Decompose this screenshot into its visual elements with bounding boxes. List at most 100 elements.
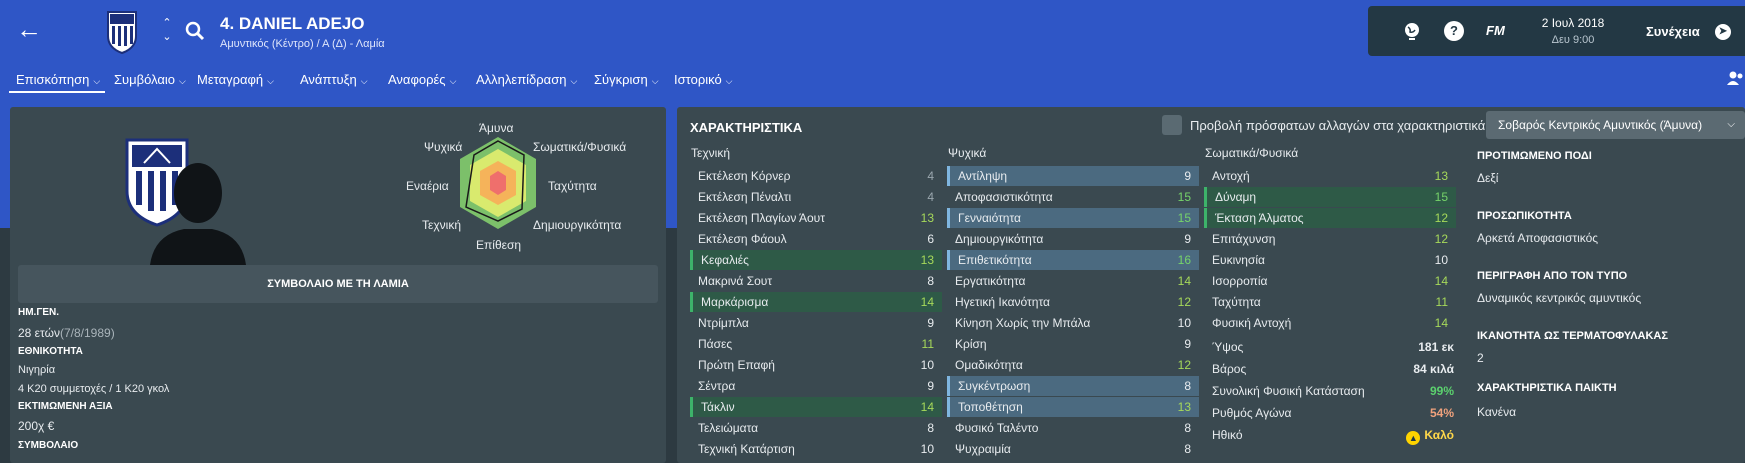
attribute-value: 8	[1184, 421, 1191, 435]
attribute-name: Αποφασιστικότητα	[955, 190, 1053, 204]
dob-label: ΗΜ.ΓΕΝ.	[18, 307, 60, 318]
tab-overview[interactable]: Επισκόπηση ⌵	[16, 72, 100, 87]
tab-contract[interactable]: Συμβόλαιο ⌵	[114, 72, 186, 87]
attribute-name: Επιθετικότητα	[958, 253, 1032, 267]
prev-next-player-icon[interactable]: ⌃ ⌄	[160, 16, 174, 44]
tab-history[interactable]: Ιστορικό ⌵	[674, 72, 733, 87]
attribute-value: 12	[1434, 211, 1448, 225]
attribute-row[interactable]: Επιτάχυνση 12	[1204, 229, 1456, 249]
attribute-name: Ηγετική Ικανότητα	[955, 295, 1050, 309]
physical-detail-name: Βάρος	[1212, 362, 1247, 376]
attribute-row[interactable]: Εκτέλεση Κόρνερ 4	[690, 166, 942, 186]
contract-header[interactable]: ΣΥΜΒΟΛΑΙΟ ΜΕ ΤΗ ΛΑΜΙΑ	[18, 265, 658, 303]
attribute-value: 9	[1184, 232, 1191, 246]
active-tab-underline	[9, 91, 105, 93]
attribute-name: Δημιουργικότητα	[955, 232, 1044, 246]
continue-arrow-icon[interactable]: ➤	[1715, 24, 1731, 40]
role-select[interactable]: Σοβαρός Κεντρικός Αμυντικός (Άμυνα) ⌵	[1486, 111, 1745, 139]
attribute-row[interactable]: Τοποθέτηση 13	[947, 397, 1199, 417]
attribute-row[interactable]: Αντοχή 13	[1204, 166, 1456, 186]
attribute-row[interactable]: Φυσική Αντοχή 14	[1204, 313, 1456, 333]
nationality-value[interactable]: Νιγηρία	[18, 364, 55, 376]
attribute-name: Γενναιότητα	[958, 211, 1021, 225]
attribute-name: Πάσες	[698, 337, 733, 351]
attribute-name: Πρώτη Επαφή	[698, 358, 775, 372]
player-silhouette-icon	[150, 163, 246, 265]
search-icon[interactable]	[184, 20, 206, 42]
tab-interaction[interactable]: Αλληλεπίδραση ⌵	[476, 72, 577, 87]
attribute-row[interactable]: Φυσικό Ταλέντο 8	[947, 418, 1199, 438]
attribute-row[interactable]: Εκτέλεση Φάουλ 6	[690, 229, 942, 249]
attribute-row[interactable]: Ταχύτητα 11	[1204, 292, 1456, 312]
attribute-row[interactable]: Εκτέλεση Πέναλτι 4	[690, 187, 942, 207]
attribute-value: 12	[1434, 232, 1448, 246]
attribute-row[interactable]: Έκταση Άλματος 12	[1204, 208, 1456, 228]
back-arrow-icon[interactable]: ←	[16, 16, 42, 42]
attribute-row[interactable]: Κεφαλιές 13	[690, 250, 942, 270]
help-icon[interactable]: ?	[1444, 21, 1464, 41]
attribute-row[interactable]: Πάσες 11	[690, 334, 942, 354]
mental-header: Ψυχικά	[948, 146, 987, 160]
attribute-row[interactable]: Εργατικότητα 14	[947, 271, 1199, 291]
player-position-club: Αμυντικός (Κέντρο) / Α (Δ) - Λαμία	[220, 38, 385, 50]
attribute-name: Αντίληψη	[958, 169, 1008, 183]
physical-detail-value: 99%	[1429, 384, 1454, 398]
attribute-name: Ευκινησία	[1212, 253, 1265, 267]
attribute-row[interactable]: Συγκέντρωση 8	[947, 376, 1199, 396]
attribute-name: Συγκέντρωση	[958, 379, 1031, 393]
value-amount: 200χ €	[18, 419, 55, 433]
attribute-value: 14	[1434, 274, 1448, 288]
tab-transfer[interactable]: Μεταγραφή ⌵	[197, 72, 274, 87]
attribute-row[interactable]: Κρίση 9	[947, 334, 1199, 354]
attribute-row[interactable]: Πρώτη Επαφή 10	[690, 355, 942, 375]
player-traits-label: ΧΑΡΑΚΤΗΡΙΣΤΙΚΑ ΠΑΙΚΤΗ	[1477, 382, 1617, 394]
attribute-row[interactable]: Τελειώματα 8	[690, 418, 942, 438]
recent-changes-checkbox[interactable]	[1162, 115, 1182, 135]
nationality-label: ΕΘΝΙΚΟΤΗΤΑ	[18, 346, 83, 357]
people-icon[interactable]	[1726, 70, 1745, 86]
radar-label-defending: Άμυνα	[479, 121, 514, 135]
goalkeeping-label: ΙΚΑΝΟΤΗΤΑ ΩΣ ΤΕΡΜΑΤΟΦΥΛΑΚΑΣ	[1477, 330, 1668, 342]
attribute-row[interactable]: Τάκλιν 14	[690, 397, 942, 417]
attribute-row[interactable]: Τεχνική Κατάρτιση 10	[690, 439, 942, 459]
attribute-row[interactable]: Μακρινά Σουτ 8	[690, 271, 942, 291]
physical-detail-row: Ύψος 181 εκ	[1212, 337, 1454, 357]
value-label: ΕΚΤΙΜΩΜΕΝΗ ΑΞΙΑ	[18, 401, 113, 412]
continue-button[interactable]: Συνέχεια	[1646, 24, 1700, 39]
attribute-row[interactable]: Γενναιότητα 15	[947, 208, 1199, 228]
attribute-value: 12	[1177, 358, 1191, 372]
attribute-row[interactable]: Ισορροπία 14	[1204, 271, 1456, 291]
attribute-row[interactable]: Δημιουργικότητα 9	[947, 229, 1199, 249]
attribute-row[interactable]: Εκτέλεση Πλαγίων Άουτ 13	[690, 208, 942, 228]
attribute-row[interactable]: Ψυχραιμία 8	[947, 439, 1199, 459]
globe-icon[interactable]	[1402, 21, 1422, 41]
tab-development[interactable]: Ανάπτυξη ⌵	[300, 72, 368, 87]
recent-changes-label[interactable]: Προβολή πρόσφατων αλλαγών στα χαρακτηρισ…	[1190, 118, 1485, 133]
attribute-value: 13	[920, 253, 934, 267]
radar-label-physical: Σωματικά/Φυσικά	[533, 140, 627, 154]
personality-value[interactable]: Αρκετά Αποφασιστικός	[1477, 231, 1598, 245]
attribute-row[interactable]: Ντρίμπλα 9	[690, 313, 942, 333]
attribute-row[interactable]: Αντίληψη 9	[947, 166, 1199, 186]
attribute-row[interactable]: Ηγετική Ικανότητα 12	[947, 292, 1199, 312]
attribute-row[interactable]: Ευκινησία 10	[1204, 250, 1456, 270]
attribute-row[interactable]: Δύναμη 15	[1204, 187, 1456, 207]
attribute-value: 13	[920, 211, 934, 225]
tab-reports[interactable]: Αναφορές ⌵	[388, 72, 456, 87]
attribute-value: 8	[927, 274, 934, 288]
attribute-row[interactable]: Επιθετικότητα 16	[947, 250, 1199, 270]
physical-detail-name: Ύψος	[1212, 340, 1244, 354]
fm-logo[interactable]: FM	[1486, 23, 1505, 38]
tab-comparison[interactable]: Σύγκριση ⌵	[594, 72, 659, 87]
attribute-row[interactable]: Μαρκάρισμα 14	[690, 292, 942, 312]
attribute-name: Μακρινά Σουτ	[698, 274, 773, 288]
attribute-row[interactable]: Σέντρα 9	[690, 376, 942, 396]
attribute-row[interactable]: Αποφασιστικότητα 15	[947, 187, 1199, 207]
attribute-value: 9	[927, 316, 934, 330]
attribute-value: 10	[920, 358, 934, 372]
game-date: 2 Ιουλ 2018	[1541, 16, 1605, 30]
attribute-row[interactable]: Κίνηση Χωρίς την Μπάλα 10	[947, 313, 1199, 333]
attribute-name: Φυσική Αντοχή	[1212, 316, 1292, 330]
attribute-name: Κεφαλιές	[701, 253, 749, 267]
attribute-row[interactable]: Ομαδικότητα 12	[947, 355, 1199, 375]
